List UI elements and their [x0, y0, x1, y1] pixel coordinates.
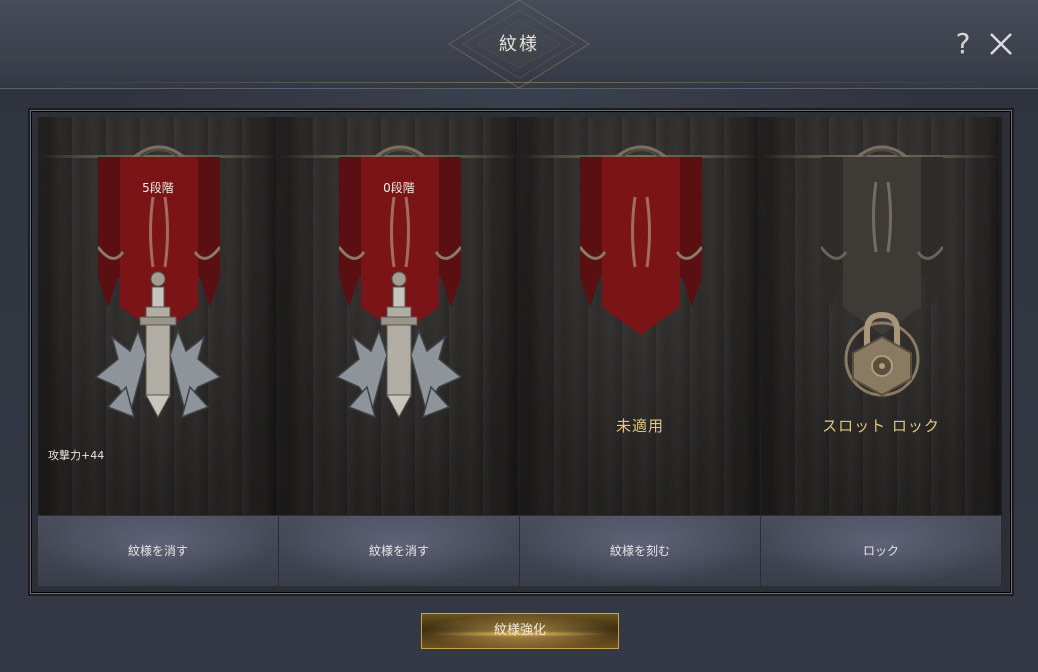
rod-ornament-icon: [372, 145, 428, 159]
crest-slots: 5段階 攻撃力+44 0段階 未適用 スロット ロック: [38, 117, 1002, 515]
crest-status: スロット ロック: [822, 417, 940, 435]
dialog-header: 紋様 ?: [0, 0, 1038, 89]
crest-enhance-label: 紋様強化: [493, 623, 546, 638]
slot-actions: 紋様を消す 紋様を消す 紋様を刻む ロック: [38, 516, 1002, 586]
remove-crest-button[interactable]: 紋様を消す: [279, 516, 520, 586]
crest-level-label: 5段階: [142, 181, 174, 195]
crest-slot-3[interactable]: 未適用: [520, 117, 761, 515]
red-banner-icon: [580, 157, 702, 335]
crest-dialog: 紋様 ? 5段階 攻撃力+44 0段階 未適用 スロット ロック 紋様を消す 紋…: [0, 0, 1038, 672]
crest-slot-2[interactable]: 0段階: [279, 117, 520, 515]
lock-icon: [844, 311, 920, 397]
rod-ornament-icon: [131, 145, 187, 159]
rod-ornament-icon: [613, 145, 669, 159]
dialog-title: 紋様: [499, 34, 539, 55]
crest-stat: 攻撃力+44: [48, 449, 105, 462]
crest-enhance-button[interactable]: 紋様強化: [421, 613, 619, 649]
sword-crest-icon: [94, 271, 222, 419]
remove-crest-button[interactable]: 紋様を消す: [38, 516, 279, 586]
locked-slot-button[interactable]: ロック: [761, 516, 1002, 586]
help-button[interactable]: ?: [950, 28, 976, 60]
crest-slot-1[interactable]: 5段階 攻撃力+44: [38, 117, 279, 515]
sword-crest-icon: [335, 271, 463, 419]
header-divider: [40, 82, 998, 83]
crest-slot-4[interactable]: スロット ロック: [761, 117, 1002, 515]
engrave-crest-button[interactable]: 紋様を刻む: [520, 516, 761, 586]
close-icon[interactable]: [985, 28, 1017, 60]
rod-ornament-icon: [854, 145, 910, 159]
crest-status: 未適用: [615, 417, 664, 435]
crest-level-label: 0段階: [383, 181, 415, 195]
